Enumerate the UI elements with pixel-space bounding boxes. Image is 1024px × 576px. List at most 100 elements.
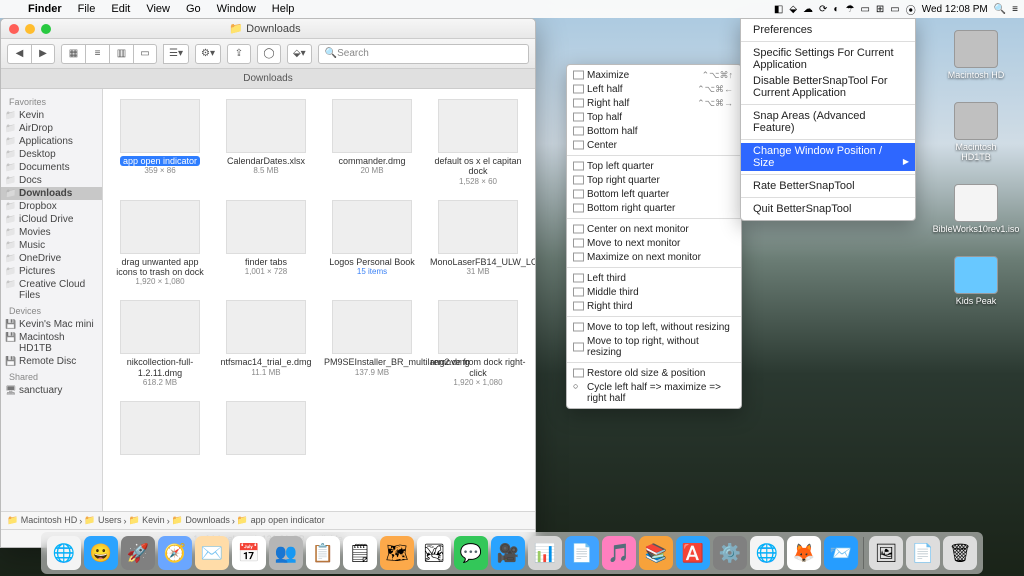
finder-icon-grid[interactable]: app open indicator359 × 86CalendarDates.… <box>103 89 535 511</box>
submenu-item[interactable]: Left third <box>567 271 741 285</box>
umbrella-icon[interactable]: ☂ <box>845 4 854 15</box>
monitor-icon[interactable]: ⊞ <box>876 4 884 15</box>
file-item[interactable]: PM9SEInstaller_BR_multilang2.dmg137.9 MB <box>321 300 423 387</box>
view-list-button[interactable]: ≡ <box>85 44 109 64</box>
moon-icon[interactable]: ◐ <box>833 4 839 15</box>
submenu-item[interactable]: Bottom right quarter <box>567 201 741 215</box>
file-item[interactable]: default os x el capitan dock1,528 × 60 <box>427 99 529 186</box>
submenu-item[interactable]: Restore old size & position <box>567 366 741 380</box>
submenu-item[interactable]: Left half⌃⌥⌘← <box>567 82 741 96</box>
submenu-item[interactable]: Move to next monitor <box>567 236 741 250</box>
dropbox-button[interactable]: ⬙▾ <box>287 44 312 64</box>
sidebar-item[interactable]: Creative Cloud Files <box>1 278 102 302</box>
desktop-item[interactable]: Kids Peak <box>940 256 1012 306</box>
sidebar-item[interactable]: AirDrop <box>1 122 102 135</box>
dock-app[interactable]: 👥 <box>269 536 303 570</box>
sidebar-item[interactable]: Desktop <box>1 148 102 161</box>
bettersnaptool-menu[interactable]: Preferences Specific Settings For Current… <box>740 18 916 221</box>
dock-app[interactable]: 🏞 <box>417 536 451 570</box>
sidebar-item[interactable]: iCloud Drive <box>1 213 102 226</box>
menu-help[interactable]: Help <box>264 3 303 15</box>
menu-view[interactable]: View <box>138 3 178 15</box>
sidebar-item[interactable]: sanctuary <box>1 384 102 397</box>
file-item[interactable] <box>109 401 211 458</box>
dock-app[interactable]: 🌐 <box>47 536 81 570</box>
submenu-item[interactable]: Right half⌃⌥⌘→ <box>567 96 741 110</box>
dock-app[interactable]: 📨 <box>824 536 858 570</box>
menu-item[interactable]: Specific Settings For Current Applicatio… <box>741 45 915 73</box>
dock-app[interactable]: 🎥 <box>491 536 525 570</box>
dock-app[interactable]: 🅰️ <box>676 536 710 570</box>
clock[interactable]: Wed 12:08 PM <box>922 4 988 15</box>
sidebar-item[interactable]: Macintosh HD1TB <box>1 331 102 355</box>
window-position-submenu[interactable]: Maximize⌃⌥⌘↑Left half⌃⌥⌘←Right half⌃⌥⌘→ T… <box>566 64 742 409</box>
menu-file[interactable]: File <box>70 3 104 15</box>
menu-window[interactable]: Window <box>209 3 264 15</box>
menu-item[interactable]: Snap Areas (Advanced Feature) <box>741 108 915 136</box>
desktop-item[interactable]: Macintosh HD1TB <box>940 102 1012 162</box>
sidebar-item[interactable]: Movies <box>1 226 102 239</box>
sidebar-item[interactable]: Music <box>1 239 102 252</box>
sidebar-item[interactable]: Remote Disc <box>1 355 102 368</box>
file-item[interactable]: nikcollection-full-1.2.11.dmg618.2 MB <box>109 300 211 387</box>
dock-app[interactable]: 😀 <box>84 536 118 570</box>
back-button[interactable]: ◀ <box>7 44 31 64</box>
sidebar-item[interactable]: Docs <box>1 174 102 187</box>
submenu-item[interactable]: Center <box>567 138 741 152</box>
action-button[interactable]: ⚙▾ <box>195 44 221 64</box>
submenu-item[interactable]: Bottom half <box>567 124 741 138</box>
view-columns-button[interactable]: ▥ <box>109 44 133 64</box>
dock-app[interactable]: 📄 <box>565 536 599 570</box>
path-segment[interactable]: 📁 app open indicator <box>237 515 325 526</box>
cloud-icon[interactable]: ☁ <box>803 4 813 15</box>
search-input[interactable]: 🔍 Search <box>318 44 529 64</box>
view-icons-button[interactable]: ▦ <box>61 44 85 64</box>
dock-app[interactable]: ⚙️ <box>713 536 747 570</box>
file-item[interactable]: Logos Personal Book15 items <box>321 200 423 287</box>
airplay-icon[interactable]: ▭ <box>860 4 869 15</box>
dock-app[interactable]: 📄 <box>906 536 940 570</box>
file-item[interactable]: remove from dock right-click1,920 × 1,08… <box>427 300 529 387</box>
file-item[interactable]: CalendarDates.xlsx8.5 MB <box>215 99 317 186</box>
sidebar-item[interactable]: Dropbox <box>1 200 102 213</box>
dock-app[interactable]: 📋 <box>306 536 340 570</box>
submenu-item[interactable]: Maximize⌃⌥⌘↑ <box>567 68 741 82</box>
dock-app[interactable]: 📅 <box>232 536 266 570</box>
share-button[interactable]: ⇪ <box>227 44 251 64</box>
submenu-item[interactable]: Cycle left half => maximize => right hal… <box>567 380 741 405</box>
desktop-item[interactable]: BibleWorks10rev1.iso <box>940 184 1012 234</box>
path-segment[interactable]: 📁 Kevin <box>128 515 164 526</box>
sidebar-item[interactable]: Kevin's Mac mini <box>1 318 102 331</box>
dock-app[interactable]: 🎵 <box>602 536 636 570</box>
finder-titlebar[interactable]: 📁 Downloads <box>1 19 535 39</box>
notification-icon[interactable]: ≡ <box>1012 4 1018 15</box>
status-icon[interactable]: ◧ <box>774 4 783 15</box>
dock-app[interactable]: 🚀 <box>121 536 155 570</box>
close-button[interactable] <box>9 24 19 34</box>
sidebar-item[interactable]: Kevin <box>1 109 102 122</box>
file-item[interactable]: app open indicator359 × 86 <box>109 99 211 186</box>
submenu-item[interactable]: Top left quarter <box>567 159 741 173</box>
submenu-item[interactable]: Move to top left, without resizing <box>567 320 741 334</box>
path-segment[interactable]: 📁 Users <box>84 515 121 526</box>
file-item[interactable]: commander.dmg20 MB <box>321 99 423 186</box>
path-segment[interactable]: 📁 Downloads <box>172 515 230 526</box>
menu-item[interactable]: Change Window Position / Size <box>741 143 915 171</box>
menu-item[interactable]: Preferences <box>741 22 915 38</box>
dock-app[interactable]: 🗺 <box>380 536 414 570</box>
submenu-item[interactable]: Maximize on next monitor <box>567 250 741 264</box>
dock-app[interactable]: 🗒 <box>343 536 377 570</box>
wifi-icon[interactable]: ⦿ <box>906 2 916 17</box>
dock-app[interactable]: 📚 <box>639 536 673 570</box>
menu-item[interactable]: Disable BetterSnapTool For Current Appli… <box>741 73 915 101</box>
zoom-button[interactable] <box>41 24 51 34</box>
view-gallery-button[interactable]: ▭ <box>133 44 157 64</box>
menu-edit[interactable]: Edit <box>103 3 138 15</box>
submenu-item[interactable]: Bottom left quarter <box>567 187 741 201</box>
sidebar-item[interactable]: OneDrive <box>1 252 102 265</box>
sidebar-item[interactable]: Downloads <box>1 187 102 200</box>
tags-button[interactable]: ◯ <box>257 44 281 64</box>
file-item[interactable]: ntfsmac14_trial_e.dmg11.1 MB <box>215 300 317 387</box>
sidebar-item[interactable]: Pictures <box>1 265 102 278</box>
submenu-item[interactable]: Move to top right, without resizing <box>567 334 741 359</box>
